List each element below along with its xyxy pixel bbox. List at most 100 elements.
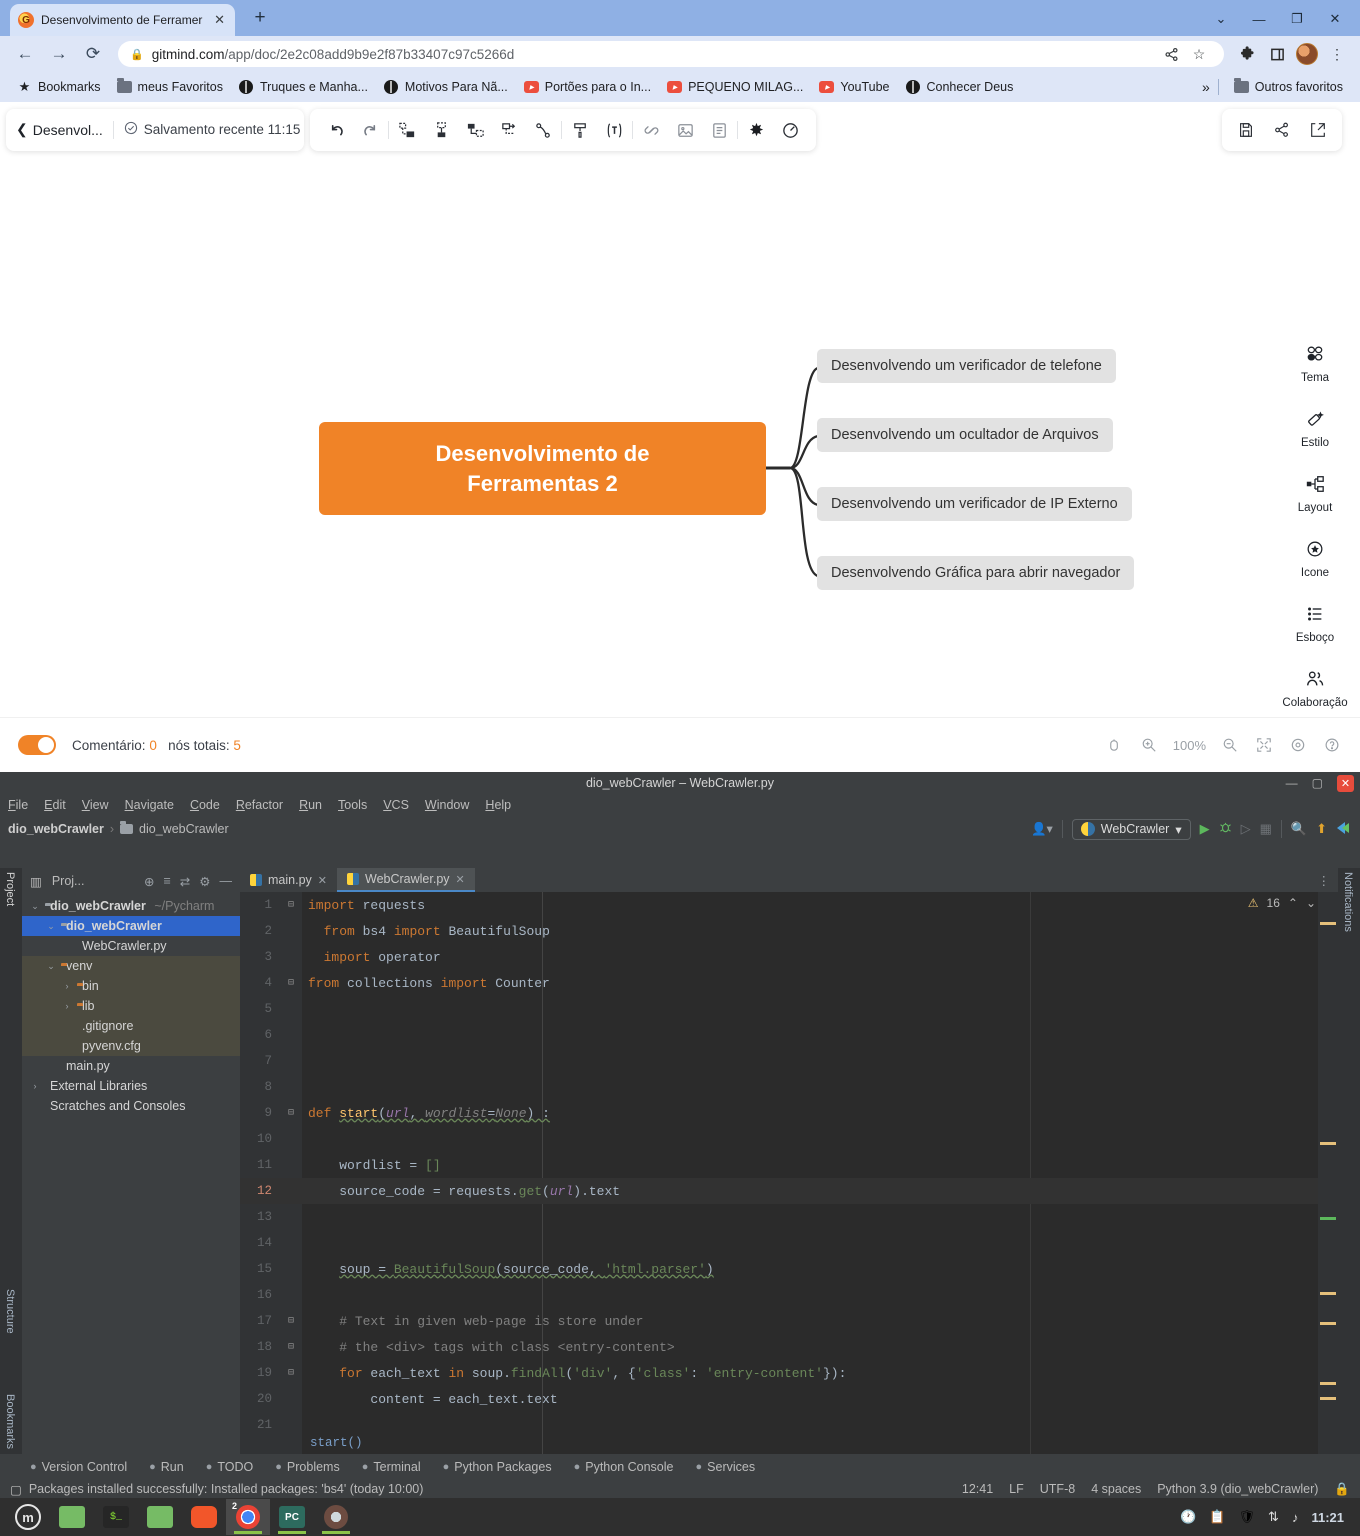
next-problem-icon[interactable]: ⌄ — [1306, 896, 1316, 910]
bookmark-item-7[interactable]: Conhecer Deus — [899, 77, 1021, 98]
preview-icon[interactable] — [1288, 735, 1308, 755]
code-fold-icon[interactable]: ⊟ — [280, 1315, 302, 1327]
menu-item-tools[interactable]: Tools — [338, 798, 367, 812]
code-line-6[interactable]: 6 — [240, 1022, 1338, 1048]
menu-item-file[interactable]: File — [8, 798, 28, 812]
share-icon[interactable] — [1158, 41, 1184, 67]
status-message[interactable]: Packages installed successfully: Install… — [29, 1482, 424, 1496]
line-separator[interactable]: LF — [1009, 1482, 1024, 1496]
tree-twisty-icon[interactable]: › — [30, 1081, 40, 1091]
editor-breadcrumb[interactable]: start() — [240, 1432, 363, 1454]
code-line-19[interactable]: 19⊟ for each_text in soup.findAll('div',… — [240, 1360, 1338, 1386]
warning-marker[interactable] — [1320, 1322, 1336, 1325]
maximize-window-button[interactable]: ❐ — [1278, 6, 1316, 32]
hide-panel-icon[interactable]: — — [220, 874, 233, 889]
forward-icon[interactable]: → — [44, 39, 74, 69]
coverage-icon[interactable]: ▷ — [1241, 821, 1251, 837]
back-to-docs-button[interactable]: ❮ Desenvol... — [16, 121, 103, 138]
warning-marker[interactable] — [1320, 1142, 1336, 1145]
bookmarks-overflow-icon[interactable]: » — [1202, 79, 1210, 95]
comment-toggle[interactable] — [18, 735, 56, 755]
minimize-window-button[interactable]: — — [1286, 776, 1298, 790]
other-bookmarks-button[interactable]: Outros favoritos — [1227, 77, 1350, 98]
cursor-mode-icon[interactable] — [1105, 735, 1125, 755]
tree-node-scratches-and-consoles[interactable]: Scratches and Consoles — [22, 1096, 240, 1116]
breadcrumb-module[interactable]: dio_webCrawler — [139, 822, 229, 836]
code-line-3[interactable]: 3 import operator — [240, 944, 1338, 970]
dock-item-estilo[interactable]: Estilo — [1301, 409, 1329, 449]
mindmap-child-node-0[interactable]: Desenvolvendo um verificador de telefone — [817, 349, 1116, 383]
run-configuration-selector[interactable]: WebCrawler ▾ — [1072, 819, 1191, 840]
tool-button-structure[interactable]: Structure — [4, 1289, 16, 1334]
code-line-4[interactable]: 4⊟from collections import Counter — [240, 970, 1338, 996]
inspection-widget[interactable]: ⚠ 16 ⌃ ⌄ — [1248, 896, 1316, 910]
debug-icon[interactable] — [1219, 821, 1232, 837]
project-tree[interactable]: ⌄dio_webCrawler ~/Pycharm⌄dio_webCrawler… — [22, 894, 240, 1454]
tree-node--gitignore[interactable]: .gitignore — [22, 1016, 240, 1036]
bookmark-item-3[interactable]: Motivos Para Nã... — [377, 77, 515, 98]
tree-node-bin[interactable]: ›bin — [22, 976, 240, 996]
reload-icon[interactable]: ⟳ — [78, 39, 108, 69]
menu-item-view[interactable]: View — [82, 798, 109, 812]
warning-marker[interactable] — [1320, 1292, 1336, 1295]
code-line-1[interactable]: 1⊟import requests — [240, 892, 1338, 918]
dock-item-colaboracao[interactable]: Colaboração — [1282, 669, 1347, 709]
close-window-button[interactable]: ✕ — [1316, 6, 1354, 32]
maximize-window-button[interactable]: ▢ — [1312, 776, 1323, 790]
run-icon[interactable]: ▶ — [1200, 821, 1210, 837]
text-style-icon[interactable] — [598, 114, 630, 146]
tree-node-webcrawler-py[interactable]: WebCrawler.py — [22, 936, 240, 956]
magic-icon[interactable] — [740, 114, 772, 146]
menu-item-help[interactable]: Help — [485, 798, 511, 812]
close-tab-icon[interactable]: ✕ — [212, 12, 227, 28]
network-icon[interactable]: ⇅ — [1268, 1509, 1279, 1525]
code-line-20[interactable]: 20 content = each_text.text — [240, 1386, 1338, 1412]
event-log-icon[interactable]: ▢ — [10, 1482, 22, 1497]
code-line-12[interactable]: 12 source_code = requests.get(url).text — [240, 1178, 1338, 1204]
save-icon[interactable] — [1230, 114, 1262, 146]
code-fold-icon[interactable]: ⊟ — [280, 1367, 302, 1379]
tree-node-dio-webcrawler[interactable]: ⌄dio_webCrawler — [22, 916, 240, 936]
change-marker[interactable] — [1320, 1217, 1336, 1220]
mindmap-root-node[interactable]: Desenvolvimento deFerramentas 2 — [319, 422, 766, 515]
files-icon[interactable] — [138, 1499, 182, 1535]
tree-twisty-icon[interactable]: ⌄ — [30, 901, 40, 912]
bookmark-item-4[interactable]: Portões para o In... — [517, 77, 658, 98]
chrome-menu-chevron-icon[interactable]: ⌄ — [1202, 6, 1240, 32]
add-parent-node-icon[interactable] — [459, 114, 491, 146]
code-line-11[interactable]: 11 wordlist = [] — [240, 1152, 1338, 1178]
terminal-icon[interactable]: $_ — [94, 1499, 138, 1535]
code-line-14[interactable]: 14 — [240, 1230, 1338, 1256]
bookmark-item-2[interactable]: Truques e Manha... — [232, 77, 375, 98]
code-fold-icon[interactable]: ⊟ — [280, 899, 302, 911]
taskbar-clock[interactable]: 11:21 — [1311, 1510, 1344, 1525]
tool-window-problems[interactable]: ●Problems — [275, 1460, 339, 1474]
profile-avatar[interactable] — [1294, 41, 1320, 67]
breadcrumb-project[interactable]: dio_webCrawler — [8, 822, 104, 836]
code-line-18[interactable]: 18⊟ # the <div> tags with class <entry-c… — [240, 1334, 1338, 1360]
browser-tab[interactable]: G Desenvolvimento de Ferramer ✕ — [10, 4, 235, 36]
tool-button-project[interactable]: Project — [4, 872, 16, 906]
bookmark-item-1[interactable]: meus Favoritos — [110, 77, 230, 98]
menu-item-navigate[interactable]: Navigate — [125, 798, 174, 812]
bookmark-item-5[interactable]: PEQUENO MILAG... — [660, 77, 810, 98]
clipboard-icon[interactable]: 📋 — [1209, 1509, 1225, 1525]
code-fold-icon[interactable]: ⊟ — [280, 1341, 302, 1353]
locate-icon[interactable]: ⊕ — [144, 874, 154, 889]
search-icon[interactable]: 🔍 — [1291, 821, 1307, 837]
tool-button-notifications[interactable]: Notifications — [1342, 872, 1354, 932]
tool-window-todo[interactable]: ●TODO — [206, 1460, 254, 1474]
add-summary-icon[interactable] — [493, 114, 525, 146]
tree-node-main-py[interactable]: main.py — [22, 1056, 240, 1076]
show-desktop-icon[interactable] — [50, 1499, 94, 1535]
close-tab-icon[interactable]: ✕ — [456, 873, 465, 886]
code-line-17[interactable]: 17⊟ # Text in given web-page is store un… — [240, 1308, 1338, 1334]
warning-marker[interactable] — [1320, 1397, 1336, 1400]
user-settings-icon[interactable]: 👤▾ — [1031, 821, 1053, 837]
back-icon[interactable]: ← — [10, 39, 40, 69]
tool-window-terminal[interactable]: ●Terminal — [362, 1460, 421, 1474]
mindmap-canvas[interactable]: Desenvolvimento deFerramentas 2 Desenvol… — [0, 157, 1360, 717]
linux-mint-menu-icon[interactable]: m — [6, 1499, 50, 1535]
caret-position[interactable]: 12:41 — [962, 1482, 993, 1496]
tree-twisty-icon[interactable]: › — [62, 981, 72, 991]
